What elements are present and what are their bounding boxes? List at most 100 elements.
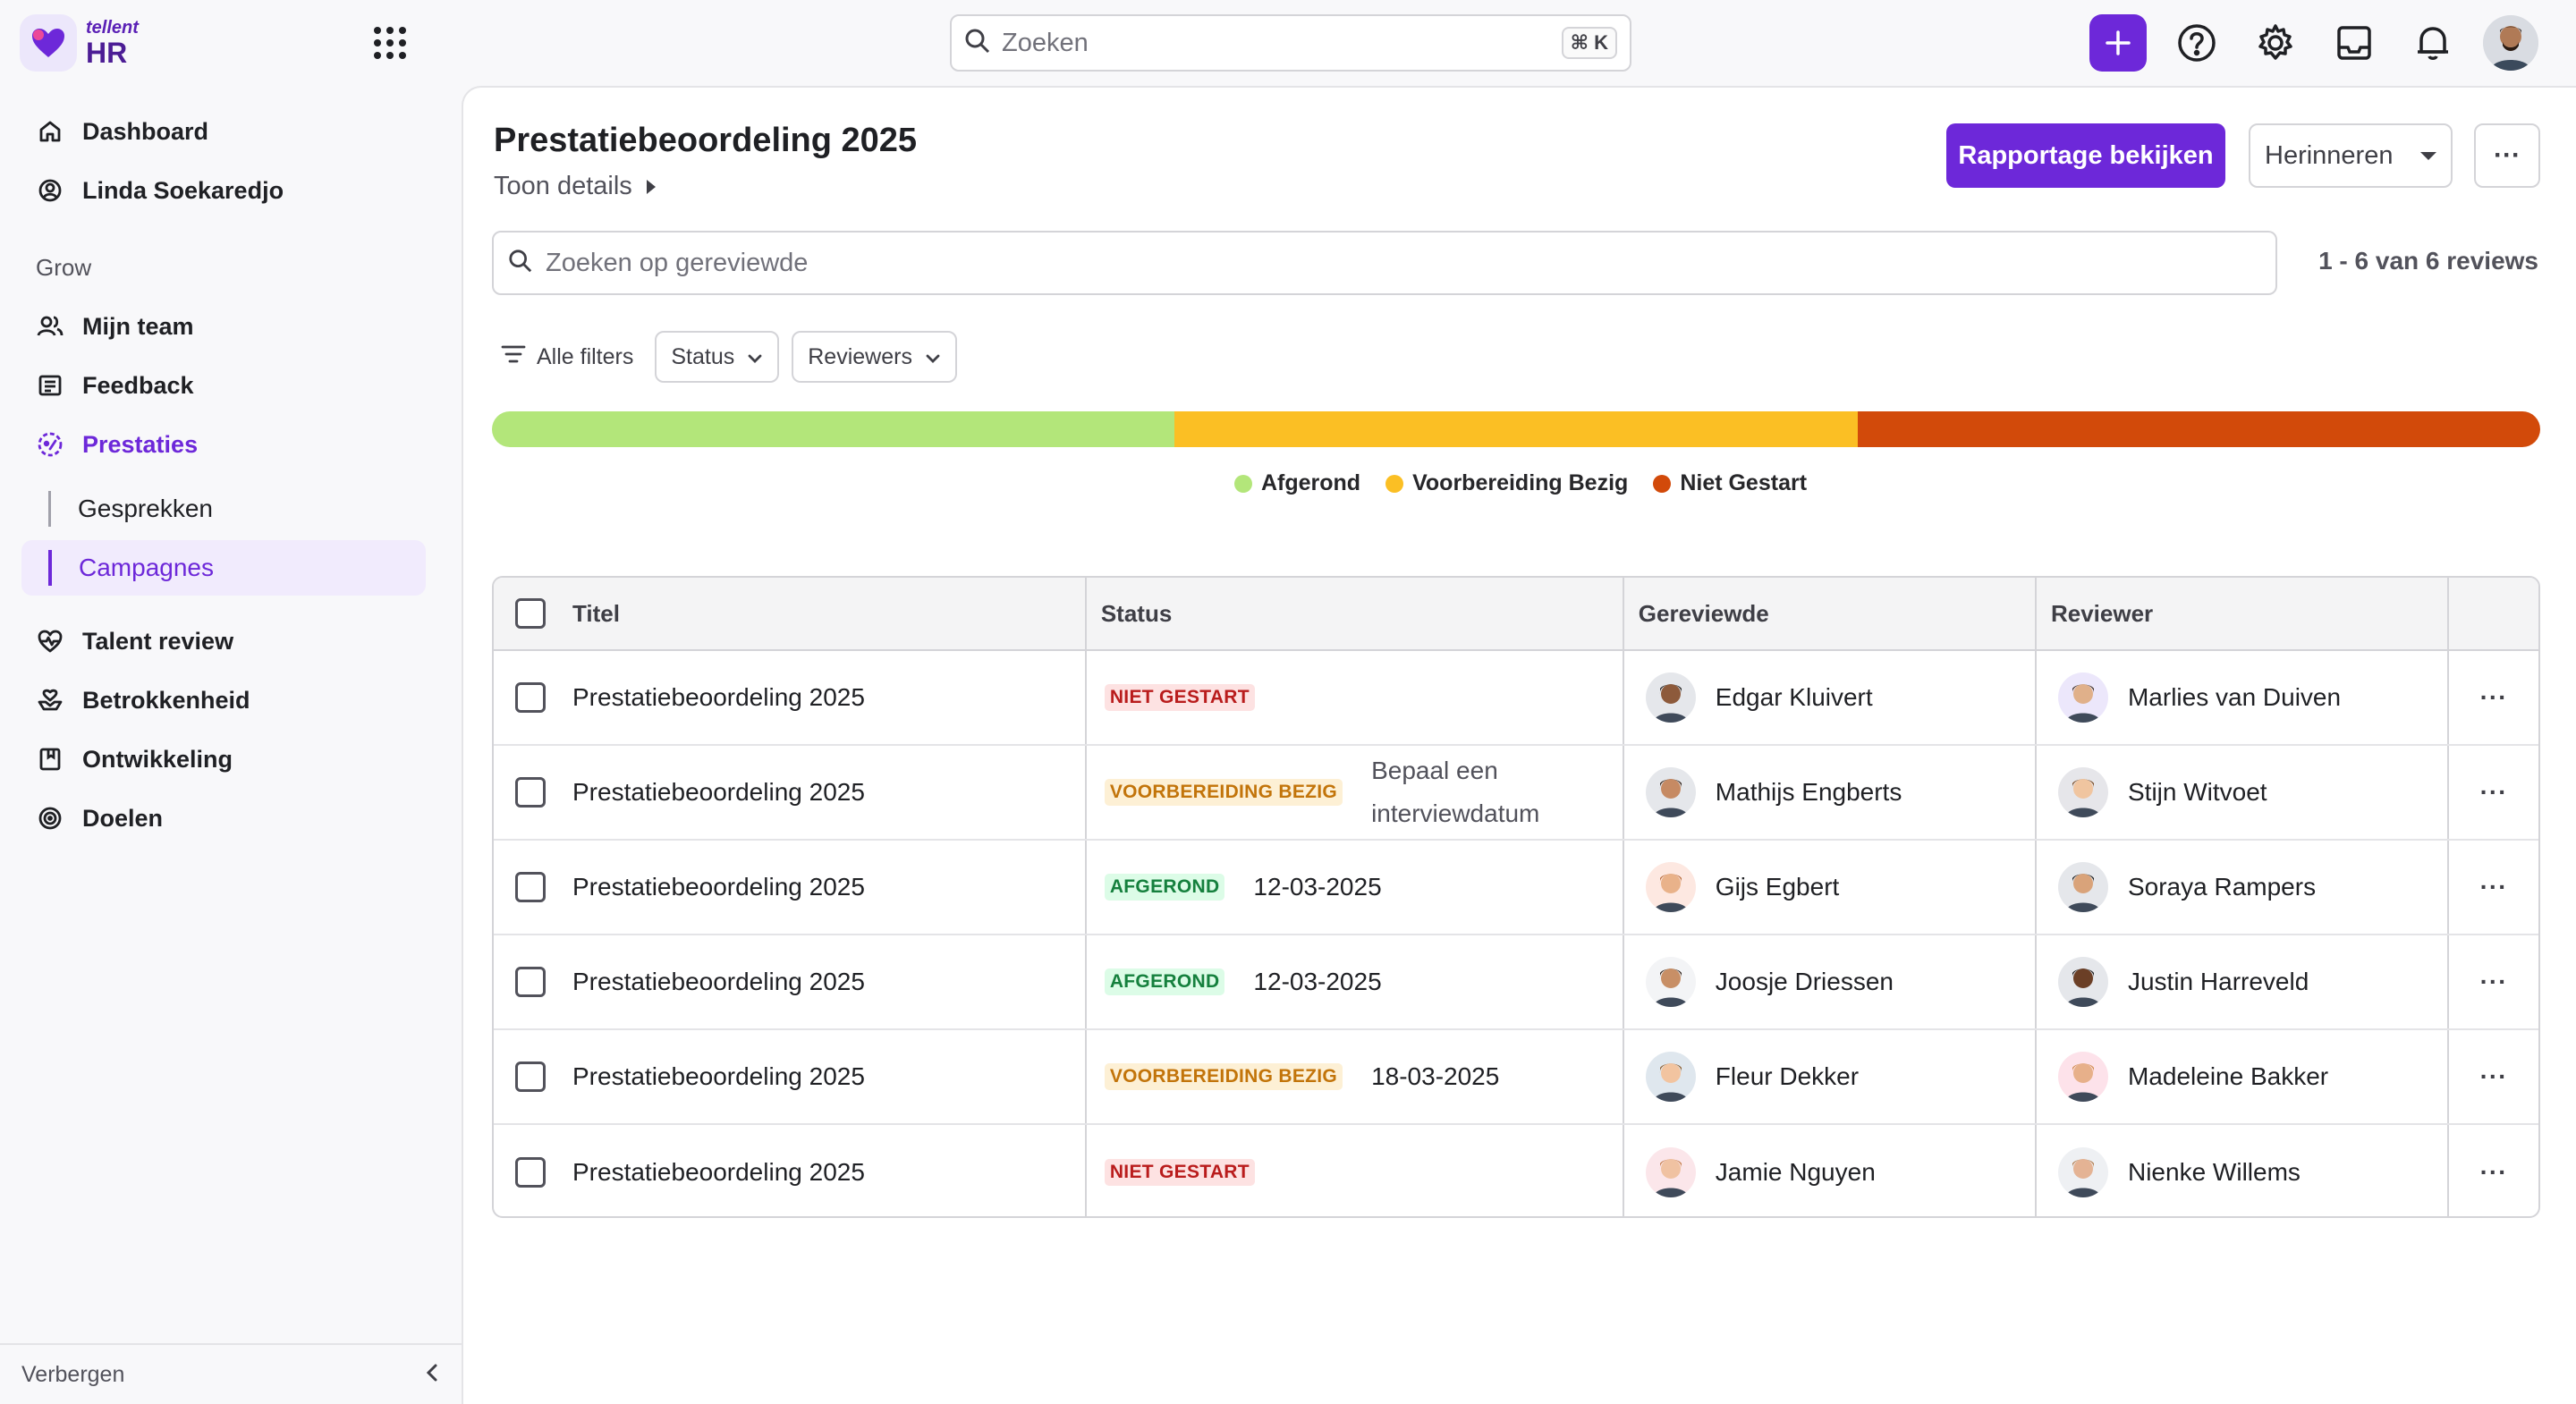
inbox-icon[interactable] — [2326, 14, 2383, 72]
chevron-left-icon[interactable] — [424, 1363, 440, 1387]
remind-dropdown-button[interactable]: Herinneren — [2249, 123, 2453, 188]
reviewer-name[interactable]: Soraya Rampers — [2128, 873, 2316, 901]
reviewers-filter-dropdown[interactable]: Reviewers — [792, 331, 957, 383]
row-checkbox[interactable] — [515, 1157, 546, 1188]
remind-button-label: Herinneren — [2265, 140, 2394, 170]
show-details-toggle[interactable]: Toon details — [494, 172, 656, 201]
row-more-options-button[interactable]: ··· — [2480, 873, 2508, 901]
logo-small-text: tellent — [86, 18, 139, 38]
sidebar-item-mijn-team[interactable]: Mijn team — [21, 299, 426, 354]
column-header-reviewer: Reviewer — [2050, 599, 2154, 627]
sidebar-item-feedback[interactable]: Feedback — [21, 358, 426, 413]
row-more-options-button[interactable]: ··· — [2480, 1158, 2508, 1187]
column-header-title: Titel — [572, 599, 620, 627]
gereviewde-name[interactable]: Edgar Kluivert — [1716, 683, 1873, 712]
reviewer-cell: Marlies van Duiven — [2037, 651, 2450, 744]
avatar — [1645, 672, 1696, 723]
status-badge: AFGEROND — [1104, 968, 1225, 995]
title-cell: Prestatiebeoordeling 2025 — [494, 935, 1087, 1028]
progress-segment — [1857, 411, 2540, 447]
row-more-options-button[interactable]: ··· — [2480, 1062, 2508, 1091]
actions-cell: ··· — [2449, 746, 2538, 839]
settings-gear-icon[interactable] — [2247, 14, 2304, 72]
avatar — [2057, 957, 2108, 1007]
apps-grid-icon[interactable] — [370, 23, 410, 63]
sidebar-subitem-campagnes[interactable]: Campagnes — [21, 540, 426, 596]
caret-down-icon — [2420, 151, 2436, 160]
row-more-options-button[interactable]: ··· — [2480, 968, 2508, 996]
row-more-options-button[interactable]: ··· — [2480, 778, 2508, 807]
users-icon — [34, 310, 66, 343]
table-row[interactable]: Prestatiebeoordeling 2025 VOORBEREIDING B… — [494, 746, 2538, 841]
all-filters-button[interactable]: Alle filters — [492, 344, 642, 370]
avatar — [2057, 862, 2108, 912]
gereviewde-name[interactable]: Fleur Dekker — [1716, 1062, 1859, 1091]
review-title[interactable]: Prestatiebeoordeling 2025 — [572, 1158, 865, 1187]
gereviewde-name[interactable]: Joosje Driessen — [1716, 968, 1894, 996]
review-title[interactable]: Prestatiebeoordeling 2025 — [572, 1062, 865, 1091]
user-avatar[interactable] — [2483, 15, 2538, 71]
table-row[interactable]: Prestatiebeoordeling 2025 AFGEROND 12-03-2… — [494, 841, 2538, 935]
global-search-input[interactable]: Zoeken ⌘ K — [950, 14, 1631, 72]
row-more-options-button[interactable]: ··· — [2480, 683, 2508, 712]
row-checkbox[interactable] — [515, 682, 546, 713]
sidebar-item-label: Feedback — [82, 371, 194, 399]
gereviewde-name[interactable]: Mathijs Engberts — [1716, 778, 1902, 807]
filter-bar: Alle filters Status Reviewers — [492, 331, 957, 383]
review-search-input[interactable]: Zoeken op gereviewde — [492, 231, 2277, 295]
row-checkbox[interactable] — [515, 967, 546, 997]
select-all-checkbox[interactable] — [515, 598, 546, 629]
title-cell: Prestatiebeoordeling 2025 — [494, 1125, 1087, 1216]
app-logo[interactable]: tellent HR — [20, 13, 181, 73]
book-icon — [34, 743, 66, 775]
row-checkbox[interactable] — [515, 777, 546, 808]
sidebar-item-ontwikkeling[interactable]: Ontwikkeling — [21, 732, 426, 787]
status-filter-dropdown[interactable]: Status — [655, 331, 780, 383]
sidebar-item-profile[interactable]: Linda Soekaredjo — [21, 163, 426, 218]
sidebar-footer[interactable]: Verbergen — [0, 1343, 462, 1404]
header-status-cell: Status — [1087, 578, 1624, 649]
sidebar-item-doelen[interactable]: Doelen — [21, 791, 426, 846]
chevron-down-icon — [747, 344, 763, 370]
sidebar-subitem-gesprekken[interactable]: Gesprekken — [21, 481, 426, 537]
review-title[interactable]: Prestatiebeoordeling 2025 — [572, 968, 865, 996]
reviewer-name[interactable]: Madeleine Bakker — [2128, 1062, 2328, 1091]
table-row[interactable]: Prestatiebeoordeling 2025 VOORBEREIDING B… — [494, 1030, 2538, 1125]
status-detail: 12-03-2025 — [1253, 968, 1382, 995]
gereviewde-name[interactable]: Gijs Egbert — [1716, 873, 1840, 901]
reviewer-name[interactable]: Nienke Willems — [2128, 1158, 2301, 1187]
search-icon — [508, 249, 533, 278]
sidebar-item-betrokkenheid[interactable]: Betrokkenheid — [21, 672, 426, 728]
view-report-button[interactable]: Rapportage bekijken — [1946, 123, 2225, 188]
gereviewde-cell: Jamie Nguyen — [1624, 1125, 2037, 1216]
table-row[interactable]: Prestatiebeoordeling 2025 NIET GESTART Jam… — [494, 1125, 2538, 1216]
avatar — [1645, 957, 1696, 1007]
help-icon[interactable] — [2168, 14, 2225, 72]
table-row[interactable]: Prestatiebeoordeling 2025 AFGEROND 12-03-2… — [494, 935, 2538, 1030]
row-checkbox[interactable] — [515, 872, 546, 902]
review-title[interactable]: Prestatiebeoordeling 2025 — [572, 778, 865, 807]
row-checkbox[interactable] — [515, 1061, 546, 1092]
table-row[interactable]: Prestatiebeoordeling 2025 NIET GESTART Edg… — [494, 651, 2538, 746]
reviewer-cell: Stijn Witvoet — [2037, 746, 2450, 839]
reviewer-name[interactable]: Stijn Witvoet — [2128, 778, 2267, 807]
gereviewde-cell: Edgar Kluivert — [1624, 651, 2037, 744]
sidebar-item-prestaties[interactable]: Prestaties — [21, 417, 426, 472]
avatar — [1645, 862, 1696, 912]
sidebar-item-talent-review[interactable]: Talent review — [21, 613, 426, 669]
reviewer-name[interactable]: Justin Harreveld — [2128, 968, 2309, 996]
gereviewde-name[interactable]: Jamie Nguyen — [1716, 1158, 1876, 1187]
title-cell: Prestatiebeoordeling 2025 — [494, 651, 1087, 744]
legend-label: Afgerond — [1260, 470, 1361, 495]
sidebar-item-dashboard[interactable]: Dashboard — [21, 104, 426, 159]
more-options-button[interactable]: ··· — [2474, 123, 2540, 188]
reviewers-filter-label: Reviewers — [808, 343, 912, 369]
notifications-bell-icon[interactable] — [2404, 14, 2462, 72]
show-details-label: Toon details — [494, 172, 632, 200]
review-title[interactable]: Prestatiebeoordeling 2025 — [572, 873, 865, 901]
create-button[interactable] — [2089, 14, 2147, 72]
review-search-placeholder: Zoeken op gereviewde — [546, 248, 809, 277]
search-shortcut: ⌘ K — [1561, 27, 1617, 59]
review-title[interactable]: Prestatiebeoordeling 2025 — [572, 683, 865, 712]
reviewer-name[interactable]: Marlies van Duiven — [2128, 683, 2341, 712]
